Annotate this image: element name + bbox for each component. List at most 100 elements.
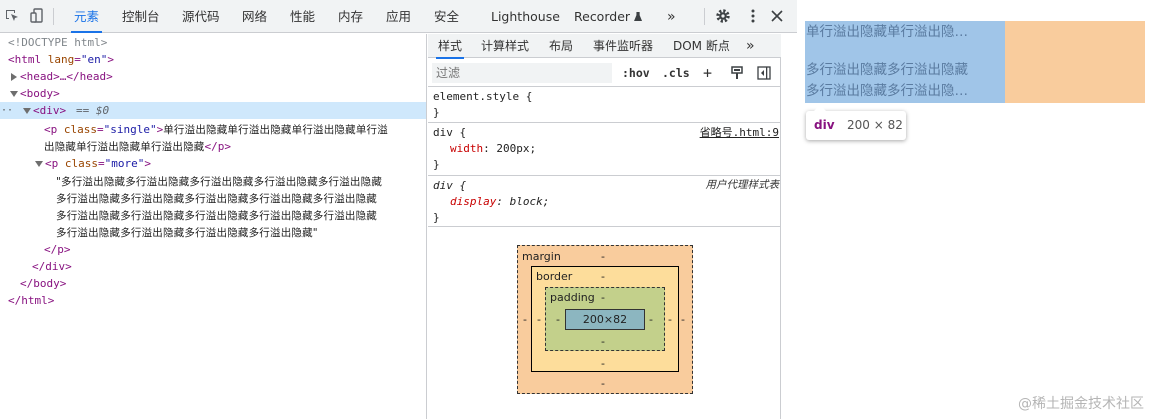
padding-bottom-value[interactable]: -: [601, 335, 605, 348]
tab-memory[interactable]: 内存: [338, 0, 363, 33]
margin-top-value[interactable]: -: [601, 250, 605, 263]
close-icon[interactable]: [769, 8, 785, 24]
tab-console[interactable]: 控制台: [122, 0, 160, 33]
collapse-triangle-icon[interactable]: [35, 161, 43, 167]
body-close-tag[interactable]: </body>: [20, 275, 66, 292]
p-single-node-continued[interactable]: 出隐藏单行溢出隐藏单行溢出隐藏</p>: [44, 138, 231, 155]
div-selector[interactable]: div {: [433, 124, 466, 141]
dom-tree-panel: <!DOCTYPE html> <html lang="en"> <head>……: [0, 34, 427, 419]
subtab-layout[interactable]: 布局: [549, 34, 573, 58]
p-open-tag: <p: [44, 123, 58, 136]
html-node[interactable]: <html lang="en">: [8, 51, 114, 68]
inspect-element-icon[interactable]: [4, 8, 20, 24]
body-open-tag: <body>: [20, 87, 60, 100]
styles-filter-bar: :hov .cls +: [428, 59, 781, 87]
p-more-text-line-1: "多行溢出隐藏多行溢出隐藏多行溢出隐藏多行溢出隐藏多行溢出隐藏: [56, 176, 383, 188]
p-single-text-line-1: 单行溢出隐藏单行溢出隐藏单行溢出隐藏单行溢: [163, 124, 388, 136]
p-close-tag: </p>: [204, 140, 232, 153]
border-left-value[interactable]: -: [537, 313, 541, 326]
hov-toggle[interactable]: :hov: [622, 64, 650, 82]
p-class-value: "single": [103, 123, 157, 136]
user-agent-rule: div { 用户代理样式表 display: block; }: [428, 177, 781, 227]
toolbar-separator: [53, 8, 54, 25]
expand-triangle-icon[interactable]: [11, 73, 17, 81]
body-node[interactable]: <body>: [0, 85, 200, 102]
subtab-dom-breakpoints[interactable]: DOM 断点: [673, 34, 730, 58]
tab-application[interactable]: 应用: [386, 0, 411, 33]
css-property-display: display: [450, 195, 497, 208]
p-more-text-node-line-3[interactable]: 多行溢出隐藏多行溢出隐藏多行溢出隐藏多行溢出隐藏多行溢出隐藏: [56, 207, 377, 224]
device-toolbar-icon[interactable]: [29, 8, 45, 24]
p-class-value: "more": [104, 157, 145, 170]
more-options-icon[interactable]: [745, 8, 761, 24]
padding-left-value[interactable]: -: [556, 313, 560, 326]
padding-top-value[interactable]: -: [601, 291, 605, 304]
border-right-value[interactable]: -: [668, 313, 672, 326]
tab-performance[interactable]: 性能: [290, 0, 315, 33]
p-single-node[interactable]: <p class="single">单行溢出隐藏单行溢出隐藏单行溢出隐藏单行溢: [44, 121, 388, 138]
single-line-ellipsis-text: 单行溢出隐藏单行溢出隐…: [806, 24, 968, 40]
p-more-text-node-line-1[interactable]: "多行溢出隐藏多行溢出隐藏多行溢出隐藏多行溢出隐藏多行溢出隐藏: [56, 173, 382, 190]
div-width-rule: div { 省略号.html:9 width: 200px; }: [428, 124, 781, 176]
css-value-width: 200px;: [496, 142, 537, 155]
rule-close-brace: }: [433, 158, 440, 171]
node-actions-icon[interactable]: ··: [1, 102, 13, 119]
doctype-node[interactable]: <!DOCTYPE html>: [8, 34, 107, 51]
html-close-tag[interactable]: </html>: [8, 292, 54, 309]
div-close-tag[interactable]: </div>: [32, 258, 72, 275]
tab-network[interactable]: 网络: [242, 0, 267, 33]
collapse-triangle-icon[interactable]: [23, 108, 31, 114]
p-open-tag: <p: [45, 157, 59, 170]
box-model-content-size[interactable]: 200×82: [565, 309, 645, 330]
p-more-close-tag[interactable]: </p>: [44, 241, 71, 258]
new-rule-button[interactable]: +: [703, 64, 712, 82]
cls-toggle[interactable]: .cls: [662, 64, 690, 82]
margin-right-value[interactable]: -: [681, 313, 685, 326]
p-more-node[interactable]: <p class="more">: [0, 155, 300, 172]
p-class-attr: class: [64, 157, 98, 170]
margin-bottom-value[interactable]: -: [601, 377, 605, 390]
subtab-event-listeners[interactable]: 事件监听器: [593, 34, 653, 58]
border-bottom-value[interactable]: -: [601, 357, 605, 370]
filter-input[interactable]: [432, 63, 612, 83]
multi-line-text-line-2: 多行溢出隐藏多行溢出隐…: [806, 83, 968, 99]
element-style-selector[interactable]: element.style {: [433, 88, 532, 105]
more-subtabs-button[interactable]: »: [746, 34, 755, 58]
paint-brush-icon[interactable]: [730, 66, 744, 80]
tooltip-dimensions: 200 × 82: [847, 118, 903, 132]
p-more-text-node-line-4[interactable]: 多行溢出隐藏多行溢出隐藏多行溢出隐藏多行溢出隐藏": [56, 224, 318, 241]
p-more-text-node-line-2[interactable]: 多行溢出隐藏多行溢出隐藏多行溢出隐藏多行溢出隐藏多行溢出隐藏: [56, 190, 377, 207]
tab-sources[interactable]: 源代码: [182, 0, 220, 33]
subtab-styles[interactable]: 样式: [435, 34, 465, 59]
collapse-triangle-icon[interactable]: [10, 91, 18, 97]
width-declaration[interactable]: width: 200px;: [450, 140, 536, 157]
tab-recorder[interactable]: Recorder: [574, 0, 643, 33]
box-model-diagram: margin - - - - border - - - - padding - …: [517, 245, 693, 394]
p-single-text-line-2: 出隐藏单行溢出隐藏单行溢出隐藏: [44, 141, 205, 153]
dollar-zero-marker: == $0: [76, 104, 110, 117]
subtab-computed[interactable]: 计算样式: [481, 34, 529, 58]
gear-icon[interactable]: [715, 8, 731, 24]
tab-lighthouse[interactable]: Lighthouse: [491, 0, 560, 33]
padding-label: padding: [550, 291, 595, 304]
p-more-text-line-3: 多行溢出隐藏多行溢出隐藏多行溢出隐藏多行溢出隐藏多行溢出隐藏: [56, 210, 377, 222]
div-node-selected[interactable]: ·· <div> == $0: [0, 102, 426, 119]
border-label: border: [536, 270, 573, 283]
page-preview: 单行溢出隐藏单行溢出隐… 多行溢出隐藏多行溢出隐藏 多行溢出隐藏多行溢出隐… @…: [797, 0, 1152, 419]
tab-elements[interactable]: 元素: [70, 0, 103, 33]
tab-recorder-label: Recorder: [574, 9, 631, 24]
p-more-text-line-4: 多行溢出隐藏多行溢出隐藏多行溢出隐藏多行溢出隐藏": [56, 227, 318, 239]
toggle-sidebar-icon[interactable]: [757, 66, 771, 80]
border-top-value[interactable]: -: [601, 270, 605, 283]
tag-end: >: [144, 157, 151, 170]
padding-right-value[interactable]: -: [649, 313, 653, 326]
element-style-rule: element.style { }: [428, 88, 781, 123]
more-tabs-button[interactable]: »: [667, 0, 676, 33]
tab-security[interactable]: 安全: [434, 0, 459, 33]
head-node[interactable]: <head>…</head>: [0, 68, 200, 85]
tag-end: >: [107, 53, 114, 66]
margin-left-value[interactable]: -: [523, 313, 527, 326]
rule-close-brace: }: [433, 211, 440, 224]
multi-line-text-line-1: 多行溢出隐藏多行溢出隐藏: [806, 62, 968, 78]
source-link[interactable]: 省略号.html:9: [700, 124, 779, 141]
